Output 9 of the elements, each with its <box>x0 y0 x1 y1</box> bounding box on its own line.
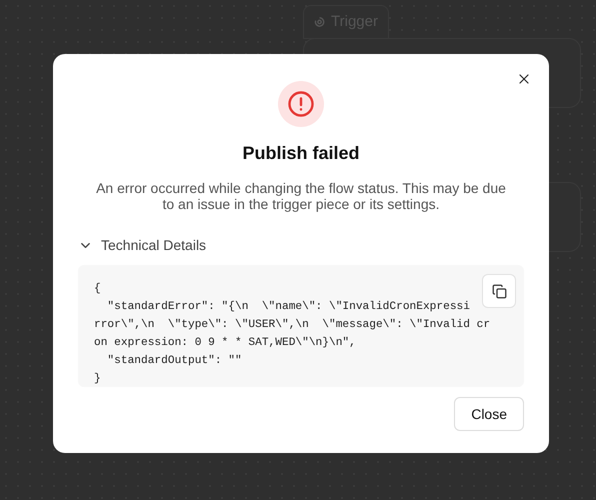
copy-icon <box>492 284 506 298</box>
dialog-message: An error occurred while changing the flow status. This may be due to an issue in the trigger piece or its settings. <box>96 180 506 212</box>
copy-button[interactable] <box>482 274 516 308</box>
trigger-icon <box>314 16 326 28</box>
dialog-title: Publish failed <box>242 142 360 165</box>
details-toggle[interactable]: Technical Details <box>78 235 206 256</box>
error-icon <box>278 81 324 127</box>
code-block: { "standardError": "{\n \"name\": \"InvalidCronExpressi rror\",\n \"type\": \"USER\",\n \"message\": \"Invalid cr on expression: 0 9 * * SAT,WED\"\n}\n", "standardOutput": "" } <box>78 265 524 387</box>
close-button[interactable]: Close <box>454 397 524 431</box>
